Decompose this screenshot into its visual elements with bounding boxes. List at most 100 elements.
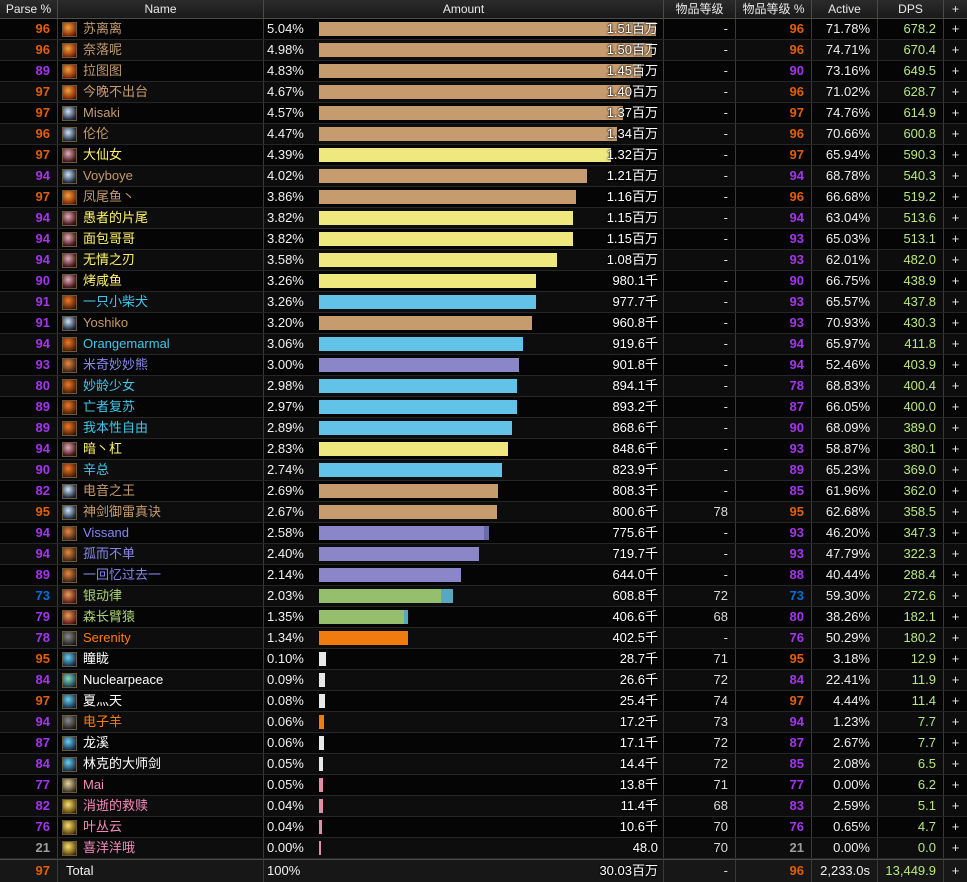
table-row[interactable]: 94 电子羊 0.06% 17.2千 73 94 1.23% 7.7 + <box>0 712 967 733</box>
cell-player-name[interactable]: Orangemarmal <box>58 334 264 354</box>
expand-row-button[interactable]: + <box>944 355 967 375</box>
cell-player-name[interactable]: Misaki <box>58 103 264 123</box>
table-row[interactable]: 94 Voyboye 4.02% 1.21百万 -94 68.78% 540.3 + <box>0 166 967 187</box>
table-row[interactable]: 90 辛总 2.74% 823.9千 -89 65.23% 369.0 + <box>0 460 967 481</box>
expand-row-button[interactable]: + <box>944 775 967 795</box>
expand-row-button[interactable]: + <box>944 418 967 438</box>
cell-player-name[interactable]: 喜洋洋哦 <box>58 838 264 858</box>
table-row[interactable]: 84 林克的大师剑 0.05% 14.4千 72 85 2.08% 6.5 + <box>0 754 967 775</box>
expand-row-button[interactable]: + <box>944 628 967 648</box>
cell-player-name[interactable]: 我本性自由 <box>58 418 264 438</box>
cell-player-name[interactable]: 妙龄少女 <box>58 376 264 396</box>
table-row[interactable]: 87 龙溪 0.06% 17.1千 72 87 2.67% 7.7 + <box>0 733 967 754</box>
expand-row-button[interactable]: + <box>944 334 967 354</box>
cell-player-name[interactable]: 叶丛云 <box>58 817 264 837</box>
expand-row-button[interactable]: + <box>944 586 967 606</box>
expand-row-button[interactable]: + <box>944 838 967 858</box>
expand-row-button[interactable]: + <box>944 19 967 39</box>
table-row[interactable]: 78 Serenity 1.34% 402.5千 -76 50.29% 180.2 + <box>0 628 967 649</box>
table-row[interactable]: 89 我本性自由 2.89% 868.6千 -90 68.09% 389.0 + <box>0 418 967 439</box>
table-row[interactable]: 80 妙龄少女 2.98% 894.1千 -78 68.83% 400.4 + <box>0 376 967 397</box>
cell-player-name[interactable]: 神剑御雷真诀 <box>58 502 264 522</box>
column-header-parse[interactable]: Parse % <box>0 0 58 18</box>
expand-row-button[interactable]: + <box>944 649 967 669</box>
cell-player-name[interactable]: 愚者的片尾 <box>58 208 264 228</box>
expand-row-button[interactable]: + <box>944 229 967 249</box>
expand-row-button[interactable]: + <box>944 796 967 816</box>
table-row[interactable]: 21 喜洋洋哦 0.00% 48.0 70 21 0.00% 0.0 + <box>0 838 967 859</box>
expand-row-button[interactable]: + <box>944 145 967 165</box>
cell-player-name[interactable]: Voyboye <box>58 166 264 186</box>
expand-row-button[interactable]: + <box>944 271 967 291</box>
table-row[interactable]: 95 瞳眬 0.10% 28.7千 71 95 3.18% 12.9 + <box>0 649 967 670</box>
expand-row-button[interactable]: + <box>944 376 967 396</box>
cell-player-name[interactable]: 电音之王 <box>58 481 264 501</box>
cell-player-name[interactable]: 林克的大师剑 <box>58 754 264 774</box>
cell-player-name[interactable]: 今晚不出台 <box>58 82 264 102</box>
table-row[interactable]: 97 今晚不出台 4.67% 1.40百万 -96 71.02% 628.7 + <box>0 82 967 103</box>
table-row[interactable]: 93 米奇妙妙熊 3.00% 901.8千 -94 52.46% 403.9 + <box>0 355 967 376</box>
table-row[interactable]: 89 亡者复苏 2.97% 893.2千 -87 66.05% 400.0 + <box>0 397 967 418</box>
table-row[interactable]: 77 Mai 0.05% 13.8千 71 77 0.00% 6.2 + <box>0 775 967 796</box>
cell-player-name[interactable]: 消逝的救赎 <box>58 796 264 816</box>
table-row[interactable]: 82 消逝的救赎 0.04% 11.4千 68 83 2.59% 5.1 + <box>0 796 967 817</box>
table-row[interactable]: 91 一只小柴犬 3.26% 977.7千 -93 65.57% 437.8 + <box>0 292 967 313</box>
cell-player-name[interactable]: 无情之刃 <box>58 250 264 270</box>
table-row[interactable]: 94 愚者的片尾 3.82% 1.15百万 -94 63.04% 513.6 + <box>0 208 967 229</box>
cell-player-name[interactable]: 一只小柴犬 <box>58 292 264 312</box>
expand-row-button[interactable]: + <box>944 733 967 753</box>
cell-player-name[interactable]: 伦伦 <box>58 124 264 144</box>
cell-player-name[interactable]: Total <box>58 860 264 882</box>
expand-row-button[interactable]: + <box>944 860 967 882</box>
table-row[interactable]: 97 夏灬天 0.08% 25.4千 74 97 4.44% 11.4 + <box>0 691 967 712</box>
table-row[interactable]: 94 Vissand 2.58% 775.6千 -93 46.20% 347.3 + <box>0 523 967 544</box>
cell-player-name[interactable]: 苏离离 <box>58 19 264 39</box>
expand-row-button[interactable]: + <box>944 61 967 81</box>
expand-row-button[interactable]: + <box>944 754 967 774</box>
expand-row-button[interactable]: + <box>944 544 967 564</box>
cell-player-name[interactable]: 大仙女 <box>58 145 264 165</box>
cell-player-name[interactable]: 森长臂猿 <box>58 607 264 627</box>
cell-player-name[interactable]: Mai <box>58 775 264 795</box>
expand-row-button[interactable]: + <box>944 166 967 186</box>
table-row[interactable]: 97 凤尾鱼丶 3.86% 1.16百万 -96 66.68% 519.2 + <box>0 187 967 208</box>
table-row[interactable]: 94 孤而不单 2.40% 719.7千 -93 47.79% 322.3 + <box>0 544 967 565</box>
table-row[interactable]: 96 苏离离 5.04% 1.51百万 -96 71.78% 678.2 + <box>0 19 967 40</box>
cell-player-name[interactable]: Serenity <box>58 628 264 648</box>
table-row[interactable]: 97 Misaki 4.57% 1.37百万 -97 74.76% 614.9 + <box>0 103 967 124</box>
table-row[interactable]: 82 电音之王 2.69% 808.3千 -85 61.96% 362.0 + <box>0 481 967 502</box>
table-row[interactable]: 94 暗丶杠 2.83% 848.6千 -93 58.87% 380.1 + <box>0 439 967 460</box>
table-row[interactable]: 79 森长臂猿 1.35% 406.6千 68 80 38.26% 182.1 + <box>0 607 967 628</box>
cell-player-name[interactable]: 孤而不单 <box>58 544 264 564</box>
expand-row-button[interactable]: + <box>944 313 967 333</box>
cell-player-name[interactable]: 亡者复苏 <box>58 397 264 417</box>
expand-row-button[interactable]: + <box>944 208 967 228</box>
cell-player-name[interactable]: 暗丶杠 <box>58 439 264 459</box>
column-header-amount[interactable]: Amount <box>264 0 664 18</box>
expand-row-button[interactable]: + <box>944 565 967 585</box>
cell-player-name[interactable]: 奈落呢 <box>58 40 264 60</box>
expand-row-button[interactable]: + <box>944 817 967 837</box>
table-row-total[interactable]: 97 Total 100% 30.03百万 -96 2,233.0s 13,449.9 + <box>0 859 967 882</box>
expand-row-button[interactable]: + <box>944 187 967 207</box>
expand-row-button[interactable]: + <box>944 439 967 459</box>
cell-player-name[interactable]: Yoshiko <box>58 313 264 333</box>
table-row[interactable]: 94 面包哥哥 3.82% 1.15百万 -93 65.03% 513.1 + <box>0 229 967 250</box>
table-row[interactable]: 90 烤咸鱼 3.26% 980.1千 -90 66.75% 438.9 + <box>0 271 967 292</box>
table-row[interactable]: 76 叶丛云 0.04% 10.6千 70 76 0.65% 4.7 + <box>0 817 967 838</box>
expand-row-button[interactable]: + <box>944 502 967 522</box>
table-row[interactable]: 94 无情之刃 3.58% 1.08百万 -93 62.01% 482.0 + <box>0 250 967 271</box>
cell-player-name[interactable]: 辛总 <box>58 460 264 480</box>
expand-row-button[interactable]: + <box>944 397 967 417</box>
cell-player-name[interactable]: 瞳眬 <box>58 649 264 669</box>
table-row[interactable]: 73 银动律 2.03% 608.8千 72 73 59.30% 272.6 + <box>0 586 967 607</box>
cell-player-name[interactable]: 烤咸鱼 <box>58 271 264 291</box>
cell-player-name[interactable]: 拉图图 <box>58 61 264 81</box>
cell-player-name[interactable]: 银动律 <box>58 586 264 606</box>
expand-row-button[interactable]: + <box>944 250 967 270</box>
column-header-item-level-percent[interactable]: 物品等级 % <box>736 0 812 18</box>
expand-row-button[interactable]: + <box>944 292 967 312</box>
table-row[interactable]: 91 Yoshiko 3.20% 960.8千 -93 70.93% 430.3 + <box>0 313 967 334</box>
expand-row-button[interactable]: + <box>944 691 967 711</box>
column-header-item-level[interactable]: 物品等级 <box>664 0 736 18</box>
